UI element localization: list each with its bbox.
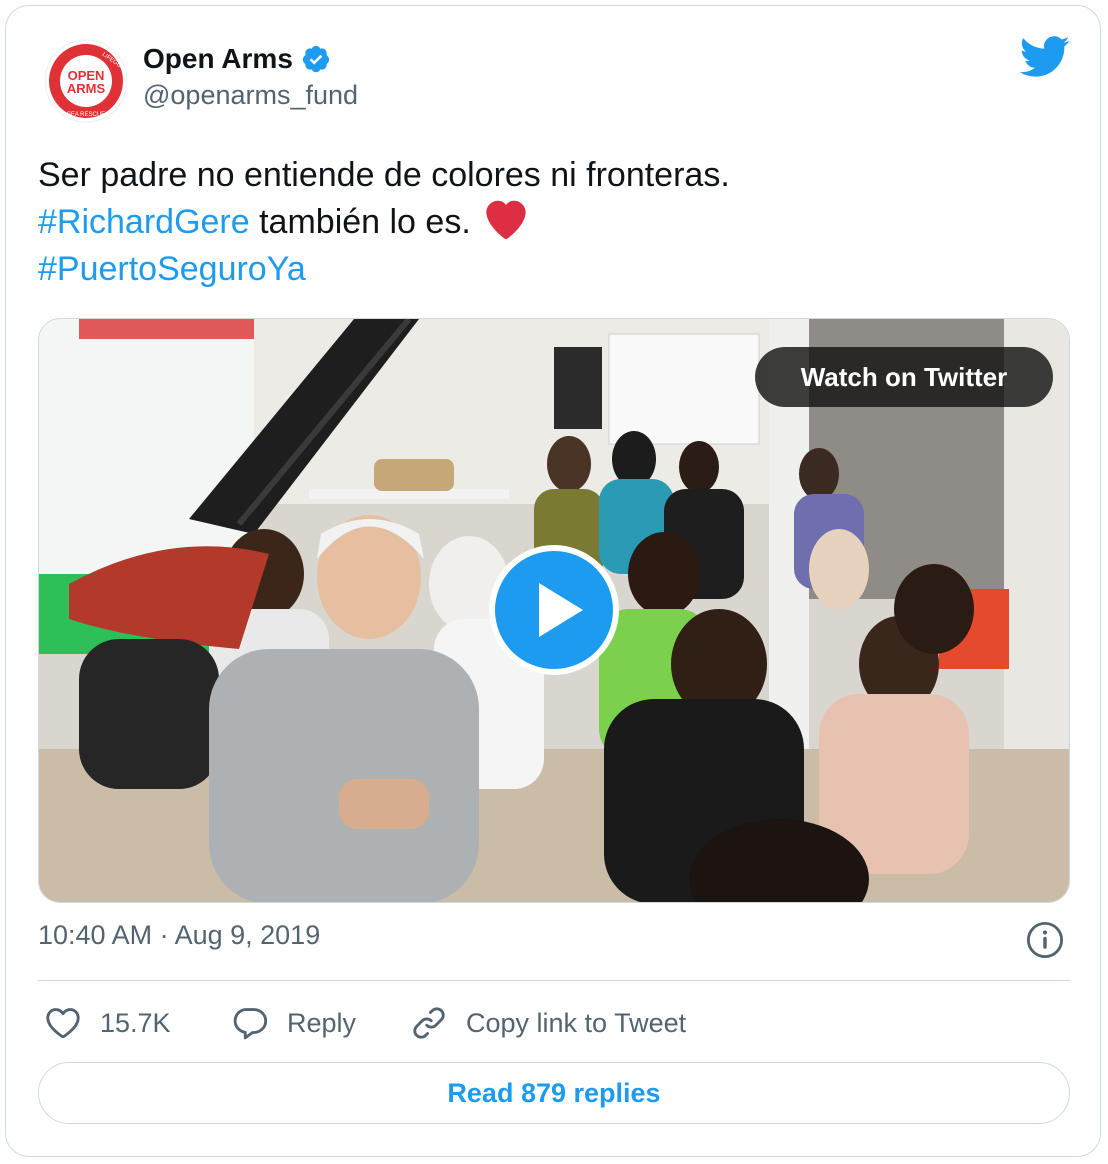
tweet-timestamp[interactable]: 10:40 AM · Aug 9, 2019 (38, 920, 320, 951)
copy-link-label: Copy link to Tweet (466, 1007, 687, 1038)
tweet-line-2: #RichardGere también lo es. (38, 199, 1068, 246)
twitter-logo-icon[interactable] (1019, 36, 1071, 78)
play-icon[interactable] (489, 545, 619, 675)
watch-on-twitter-button[interactable]: Watch on Twitter (755, 347, 1053, 407)
verified-badge-icon (302, 45, 330, 73)
tweet-line-1: Ser padre no entiende de colores ni fron… (38, 156, 730, 194)
avatar-logo-text-2: ARMS (67, 81, 106, 96)
hashtag-link-puertoseguroya[interactable]: #PuertoSeguroYa (38, 250, 306, 288)
reply-bubble-icon (233, 1008, 268, 1040)
reply-label: Reply (287, 1007, 357, 1038)
like-count: 15.7K (100, 1007, 171, 1038)
video-thumbnail[interactable]: Watch on Twitter (38, 318, 1070, 903)
reply-button[interactable]: Reply (231, 1000, 356, 1046)
tweet-line-2-text: también lo es. (249, 203, 471, 241)
like-button[interactable]: 15.7K (44, 1000, 171, 1046)
author-handle[interactable]: @openarms_fund (143, 80, 358, 111)
author-name-row[interactable]: Open Arms (143, 41, 331, 77)
heart-icon (46, 1008, 80, 1039)
author-name[interactable]: Open Arms (143, 43, 293, 75)
tweet-text: Ser padre no entiende de colores ni fron… (38, 152, 1068, 293)
divider (38, 980, 1070, 981)
hashtag-link-richardgere[interactable]: #RichardGere (38, 203, 250, 241)
copy-link-button[interactable]: Copy link to Tweet (410, 1000, 686, 1046)
avatar-ring-bottom-text: SEA RESCUE (67, 112, 105, 118)
info-icon[interactable] (1026, 921, 1064, 959)
read-replies-button[interactable]: Read 879 replies (38, 1062, 1070, 1124)
tweet-line-3: #PuertoSeguroYa (38, 246, 1068, 293)
avatar[interactable]: OPEN ARMS LIFEGUARD SEA RESCUE (44, 39, 128, 123)
red-heart-emoji-icon (486, 200, 526, 240)
link-icon (413, 1007, 445, 1039)
